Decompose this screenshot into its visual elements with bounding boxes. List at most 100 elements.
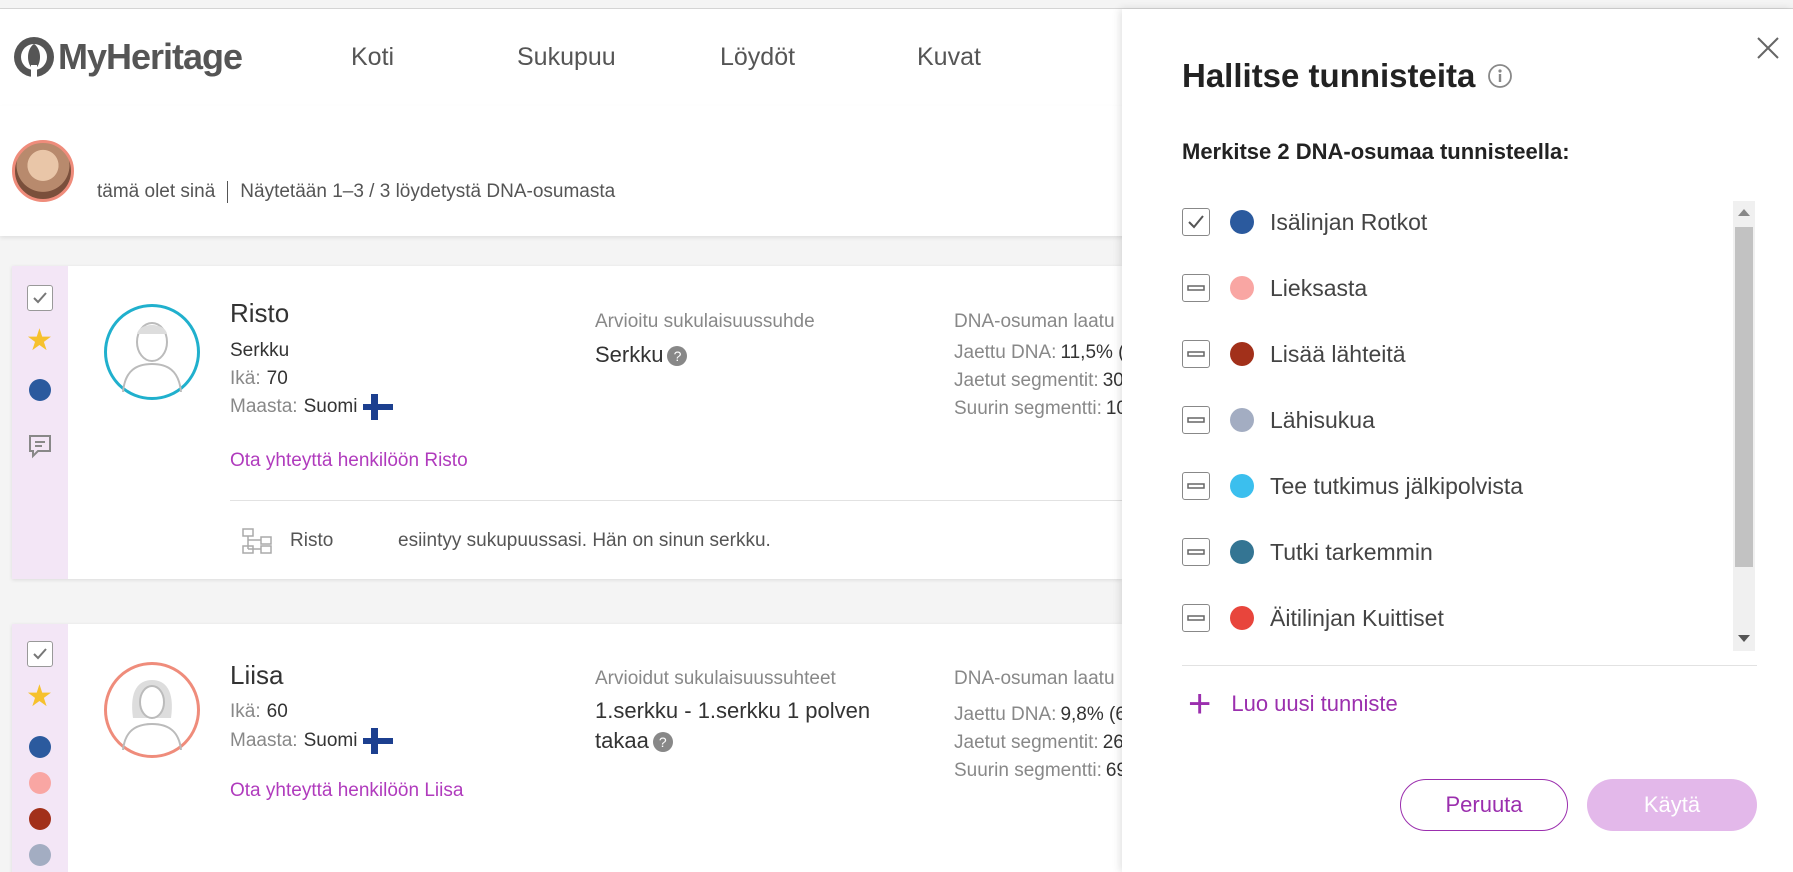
relationship-value: Serkku?	[595, 340, 895, 370]
tag-label: Lieksasta	[1270, 274, 1368, 301]
tag-color-dot	[1230, 606, 1254, 630]
tag-checkbox-checked[interactable]	[1182, 208, 1210, 236]
tag-label: Lisää lähteitä	[1270, 340, 1406, 367]
match-count-text: Näytetään 1–3 / 3 löydetystä DNA-osumast…	[240, 181, 616, 202]
tree-person-name[interactable]: Risto	[290, 530, 398, 552]
tree-relation-text: esiintyy sukupuussasi. Hän on sinun serk…	[398, 530, 771, 551]
comment-icon[interactable]	[27, 433, 53, 459]
star-icon[interactable]: ★	[26, 682, 53, 712]
create-tag-label: Luo uusi tunniste	[1231, 691, 1398, 716]
finland-flag-icon	[363, 728, 394, 754]
close-icon	[1757, 37, 1779, 59]
relationship-heading: Arvioidut sukulaisuussuhteet	[595, 668, 836, 689]
create-tag-button[interactable]: + Luo uusi tunniste	[1188, 682, 1398, 726]
tag-item[interactable]: Lieksasta	[1182, 268, 1722, 308]
contact-match-link[interactable]: Ota yhteyttä henkilöön Liisa	[230, 780, 463, 802]
apply-button[interactable]: Käytä	[1587, 779, 1757, 831]
match-card: ★ Liisa Ikä: 60 Maasta: Suomi Ota yhteyttä…	[12, 624, 1127, 872]
match-select-checkbox[interactable]	[27, 285, 53, 311]
match-select-checkbox[interactable]	[27, 641, 53, 667]
help-icon[interactable]: ?	[652, 732, 673, 753]
check-icon	[33, 648, 47, 660]
scrollbar-thumb[interactable]	[1735, 227, 1753, 567]
user-avatar[interactable]	[12, 140, 74, 202]
tag-checkbox-mixed[interactable]	[1182, 274, 1210, 302]
tag-dot	[29, 379, 51, 401]
scroll-down-arrow-icon[interactable]	[1738, 635, 1750, 642]
nav-family-tree[interactable]: Sukupuu	[517, 43, 616, 72]
minus-icon	[1187, 549, 1205, 555]
male-silhouette-icon	[122, 322, 182, 392]
tag-dot	[29, 772, 51, 794]
plus-icon: +	[1188, 682, 1212, 726]
match-avatar-female[interactable]	[104, 662, 200, 758]
shared-segments: Jaetut segmentit: 30	[954, 370, 1124, 391]
tag-item[interactable]: Tutki tarkemmin	[1182, 532, 1722, 572]
tag-color-dot	[1230, 408, 1254, 432]
largest-segment: Suurin segmentti: 10	[954, 398, 1127, 419]
tag-checkbox-mixed[interactable]	[1182, 406, 1210, 434]
scroll-up-arrow-icon[interactable]	[1738, 209, 1750, 216]
logo-text: MyHeritage	[58, 36, 243, 77]
tag-color-dot	[1230, 474, 1254, 498]
finland-flag-icon	[363, 394, 394, 420]
star-icon[interactable]: ★	[26, 326, 53, 356]
match-name[interactable]: Risto	[230, 298, 289, 329]
nav-photos[interactable]: Kuvat	[917, 43, 981, 72]
check-icon	[1188, 215, 1204, 229]
match-age: Ikä: 60	[230, 701, 288, 722]
relationship-heading: Arvioitu sukulaisuussuhde	[595, 311, 815, 332]
match-relation: Serkku	[230, 340, 290, 361]
dna-quality-heading: DNA-osuman laatu	[954, 668, 1115, 689]
tag-item[interactable]: Lähisukua	[1182, 400, 1722, 440]
tag-checkbox-mixed[interactable]	[1182, 604, 1210, 632]
shared-dna: Jaettu DNA: 9,8% (6	[954, 704, 1126, 725]
panel-subtitle: Merkitse 2 DNA-osumaa tunnisteella:	[1182, 139, 1570, 164]
tag-item[interactable]: Lisää lähteitä	[1182, 334, 1722, 374]
card-divider	[230, 500, 1130, 501]
match-age: Ikä: 70	[230, 368, 288, 389]
tag-checkbox-mixed[interactable]	[1182, 340, 1210, 368]
tag-item[interactable]: Isälinjan Rotkot	[1182, 202, 1722, 242]
tag-item[interactable]: Äitilinjan Kuittiset	[1182, 598, 1722, 638]
tag-label: Äitilinjan Kuittiset	[1270, 604, 1444, 631]
panel-title: Hallitse tunnisteita	[1182, 57, 1513, 95]
tree-info-row: Risto esiintyy sukupuussasi. Hän on sinu…	[242, 528, 771, 554]
largest-segment: Suurin segmentti: 69	[954, 760, 1127, 781]
tag-checkbox-mixed[interactable]	[1182, 472, 1210, 500]
minus-icon	[1187, 417, 1205, 423]
tag-item[interactable]: Tee tutkimus jälkipolvista	[1182, 466, 1722, 506]
tag-dot	[29, 736, 51, 758]
nav-discoveries[interactable]: Löydöt	[720, 43, 795, 72]
female-silhouette-icon	[122, 680, 182, 750]
tag-checkbox-mixed[interactable]	[1182, 538, 1210, 566]
tag-color-dot	[1230, 540, 1254, 564]
tag-list-scrollbar[interactable]	[1733, 201, 1755, 651]
myheritage-logo-icon	[14, 37, 54, 79]
tag-color-dot	[1230, 342, 1254, 366]
shared-segments: Jaetut segmentit: 26	[954, 732, 1124, 753]
cancel-button[interactable]: Peruuta	[1400, 779, 1568, 831]
match-name[interactable]: Liisa	[230, 660, 283, 691]
close-button[interactable]	[1753, 33, 1783, 63]
shared-dna: Jaettu DNA: 11,5% (	[954, 342, 1125, 363]
tag-label: Lähisukua	[1270, 406, 1375, 433]
nav-home[interactable]: Koti	[351, 43, 394, 72]
you-label: tämä olet sinä	[97, 181, 216, 202]
myheritage-logo[interactable]: MyHeritage	[12, 35, 243, 79]
family-tree-icon	[242, 528, 272, 554]
info-icon[interactable]	[1487, 63, 1513, 89]
match-avatar-male[interactable]	[104, 304, 200, 400]
check-icon	[33, 292, 47, 304]
tag-label: Isälinjan Rotkot	[1270, 208, 1428, 235]
minus-icon	[1187, 351, 1205, 357]
contact-match-link[interactable]: Ota yhteyttä henkilöön Risto	[230, 450, 468, 472]
dna-quality-heading: DNA-osuman laatu	[954, 311, 1115, 332]
tag-color-dot	[1230, 276, 1254, 300]
help-icon[interactable]: ?	[667, 346, 688, 367]
tag-label: Tee tutkimus jälkipolvista	[1270, 472, 1524, 499]
card-sidebar: ★	[12, 624, 68, 872]
minus-icon	[1187, 615, 1205, 621]
tag-dot	[29, 808, 51, 830]
manage-tags-panel: Hallitse tunnisteita Merkitse 2 DNA-osum…	[1122, 9, 1793, 872]
